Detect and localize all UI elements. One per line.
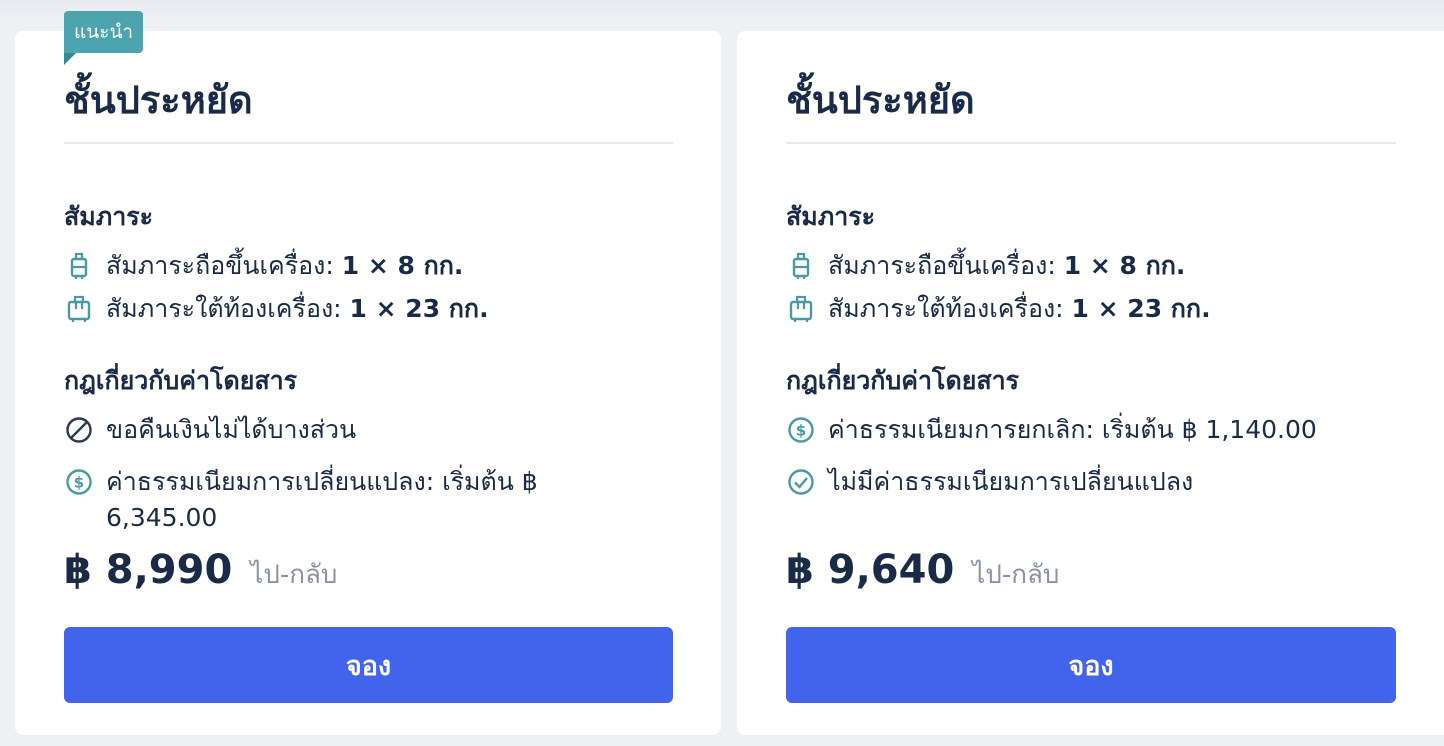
checked-bag-value: 1 × 23 กก. (349, 294, 489, 323)
baggage-heading: สัมภาระ (64, 202, 154, 231)
svg-text:$: $ (796, 422, 806, 440)
fare-class-title: ชั้นประหยัด (64, 78, 253, 122)
checked-bag-row: สัมภาระใต้ท้องเครื่อง: 1 × 23 กก. (64, 291, 673, 327)
check-circle-icon (786, 464, 816, 500)
checked-bag-label: สัมภาระใต้ท้องเครื่อง: (828, 294, 1072, 323)
trip-type: ไป-กลับ (250, 560, 338, 590)
fare-rules-heading: กฎเกี่ยวกับค่าโดยสาร (64, 366, 298, 395)
fare-card-2: ชั้นประหยัด สัมภาระ สัมภาระถือขึ้นเครื่อ… (737, 31, 1444, 735)
fare-rules-heading: กฎเกี่ยวกับค่าโดยสาร (786, 366, 1020, 395)
fare-rule-text: ขอคืนเงินไม่ได้บางส่วน (106, 415, 357, 444)
carry-on-bag-icon (786, 248, 816, 284)
trip-type: ไป-กลับ (972, 560, 1060, 590)
divider (786, 142, 1396, 144)
fare-rule-item: $ ค่าธรรมเนียมการยกเลิก: เริ่มต้น ฿ 1,14… (786, 412, 1396, 448)
fare-class-title: ชั้นประหยัด (786, 78, 975, 122)
carry-on-row: สัมภาระถือขึ้นเครื่อง: 1 × 8 กก. (786, 248, 1396, 284)
carry-on-value: 1 × 8 กก. (1063, 251, 1186, 280)
no-entry-icon (64, 412, 94, 448)
fare-rule-text: ค่าธรรมเนียมการเปลี่ยนแปลง: เริ่มต้น ฿ 6… (106, 467, 538, 532)
checked-bag-icon (786, 291, 816, 327)
price-amount: ฿ 9,640 (786, 547, 955, 593)
dollar-circle-icon: $ (64, 464, 94, 500)
carry-on-label: สัมภาระถือขึ้นเครื่อง: (106, 251, 342, 280)
price-amount: ฿ 8,990 (64, 547, 233, 593)
carry-on-label: สัมภาระถือขึ้นเครื่อง: (828, 251, 1064, 280)
fare-rule-item: ขอคืนเงินไม่ได้บางส่วน (64, 412, 673, 448)
fare-rule-text: ไม่มีค่าธรรมเนียมการเปลี่ยนแปลง (828, 467, 1194, 496)
top-shade (0, 0, 1444, 20)
fare-options: แนะนำ ชั้นประหยัด สัมภาระ สัมภาระถือขึ้น… (0, 0, 1444, 746)
carry-on-row: สัมภาระถือขึ้นเครื่อง: 1 × 8 กก. (64, 248, 673, 284)
checked-bag-value: 1 × 23 กก. (1071, 294, 1211, 323)
svg-text:$: $ (74, 474, 84, 492)
book-button[interactable]: จอง (64, 627, 673, 703)
fare-rule-text: ค่าธรรมเนียมการยกเลิก: เริ่มต้น ฿ 1,140.… (828, 415, 1317, 444)
carry-on-value: 1 × 8 กก. (341, 251, 464, 280)
checked-bag-row: สัมภาระใต้ท้องเครื่อง: 1 × 23 กก. (786, 291, 1396, 327)
carry-on-bag-icon (64, 248, 94, 284)
fare-card-1: แนะนำ ชั้นประหยัด สัมภาระ สัมภาระถือขึ้น… (15, 11, 721, 735)
book-button[interactable]: จอง (786, 627, 1396, 703)
checked-bag-label: สัมภาระใต้ท้องเครื่อง: (106, 294, 350, 323)
fare-rule-item: ไม่มีค่าธรรมเนียมการเปลี่ยนแปลง (786, 464, 1396, 500)
baggage-heading: สัมภาระ (786, 202, 876, 231)
dollar-circle-icon: $ (786, 412, 816, 448)
checked-bag-icon (64, 291, 94, 327)
price-block: ฿ 8,990 ไป-กลับ (64, 547, 337, 595)
price-block: ฿ 9,640 ไป-กลับ (786, 547, 1059, 595)
fare-rule-item: $ ค่าธรรมเนียมการเปลี่ยนแปลง: เริ่มต้น ฿… (64, 464, 583, 536)
divider (64, 142, 673, 144)
